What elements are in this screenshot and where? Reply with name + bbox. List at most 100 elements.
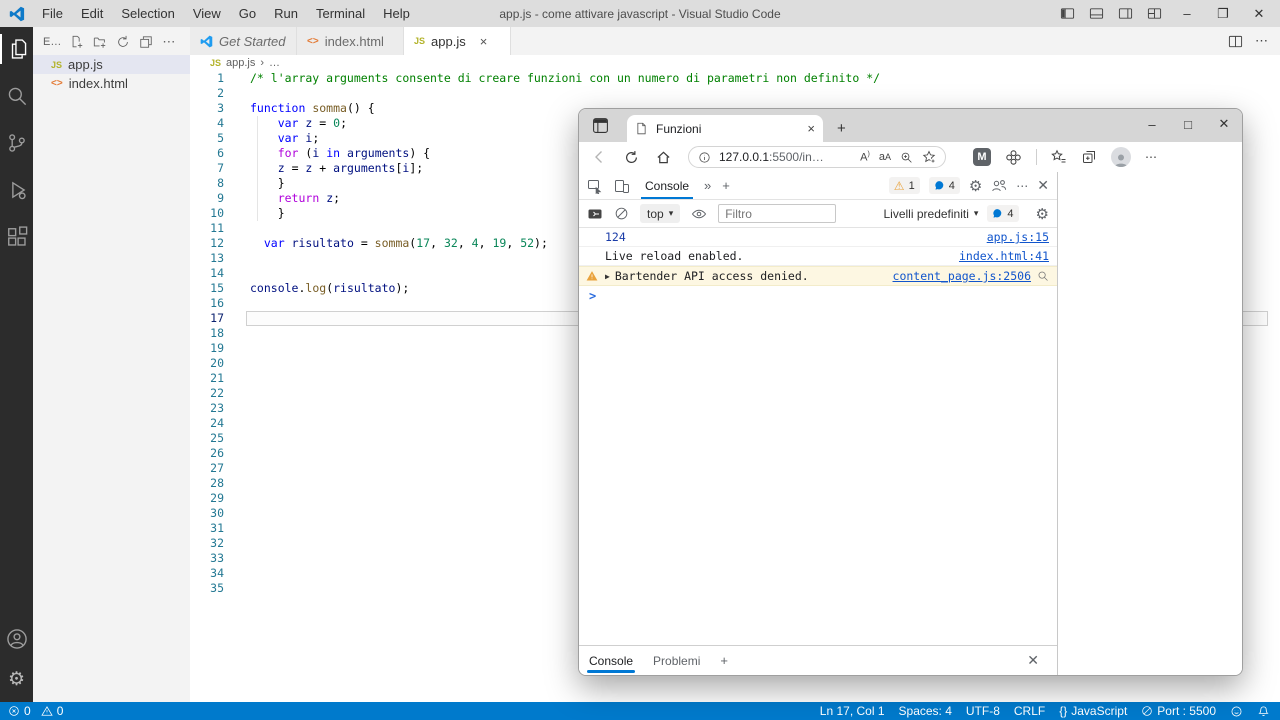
context-selector[interactable]: top ▾ xyxy=(640,204,680,223)
settings-more-icon[interactable]: ⋯ xyxy=(1145,150,1157,164)
source-control-icon[interactable] xyxy=(0,128,33,158)
menu-selection[interactable]: Selection xyxy=(112,6,183,21)
filter-input[interactable] xyxy=(718,204,836,223)
tab-actions-icon[interactable] xyxy=(592,117,609,134)
refresh-icon[interactable] xyxy=(624,150,639,165)
file-item-index.html[interactable]: <>index.html xyxy=(33,74,190,93)
source-link[interactable]: content_page.js:2506 xyxy=(883,269,1031,283)
new-folder-icon[interactable] xyxy=(93,35,107,49)
add-drawer-tab-icon[interactable]: + xyxy=(720,653,728,668)
warnings-indicator[interactable]: 0 xyxy=(41,704,64,718)
maximize-button[interactable]: □ xyxy=(1170,109,1206,139)
restore-button[interactable]: ❐ xyxy=(1212,6,1234,22)
zoom-icon[interactable] xyxy=(900,151,913,164)
device-emulation-icon[interactable] xyxy=(614,178,630,194)
new-tab-icon[interactable]: + xyxy=(837,120,846,137)
feedback-icon[interactable] xyxy=(1230,705,1243,718)
minimize-button[interactable]: – xyxy=(1176,6,1198,21)
clear-console-icon[interactable] xyxy=(614,206,629,221)
browser-tab[interactable]: Funzioni × xyxy=(627,115,823,142)
tab-index.html[interactable]: <>index.html xyxy=(297,27,404,55)
translate-icon[interactable]: aA xyxy=(879,151,891,163)
drawer-tab-console[interactable]: Console xyxy=(589,646,633,675)
more-actions-icon[interactable]: ⋯ xyxy=(1255,33,1268,49)
live-expression-eye-icon[interactable] xyxy=(691,206,707,222)
status-crlf[interactable]: CRLF xyxy=(1014,704,1045,718)
expand-arrow-icon[interactable]: ▶ xyxy=(605,272,610,281)
add-panel-icon[interactable]: + xyxy=(722,178,730,193)
status-ln-17-col-1[interactable]: Ln 17, Col 1 xyxy=(820,704,885,718)
split-editor-icon[interactable] xyxy=(1228,34,1243,49)
profile-avatar[interactable] xyxy=(1111,147,1131,167)
file-item-app.js[interactable]: JSapp.js xyxy=(33,55,190,74)
devtools-settings-gear-icon[interactable]: ⚙ xyxy=(969,177,982,195)
line-number-gutter[interactable]: 1234567891011121314151617181920212223242… xyxy=(190,71,238,596)
accounts-icon[interactable] xyxy=(0,624,33,654)
read-aloud-icon[interactable]: A) xyxy=(860,151,870,164)
toggle-sidebar-icon[interactable] xyxy=(1060,6,1075,21)
menu-help[interactable]: Help xyxy=(374,6,419,21)
add-favorite-icon[interactable] xyxy=(922,150,936,164)
close-button[interactable]: ✕ xyxy=(1248,6,1270,22)
close-tab-icon[interactable]: × xyxy=(807,121,815,136)
console-settings-gear-icon[interactable]: ⚙ xyxy=(1036,205,1049,223)
collapse-all-icon[interactable] xyxy=(139,35,153,49)
messages-badge[interactable]: 4 xyxy=(929,177,960,194)
menu-terminal[interactable]: Terminal xyxy=(307,6,374,21)
tab-app.js[interactable]: JSapp.js× xyxy=(404,27,511,55)
menu-run[interactable]: Run xyxy=(265,6,307,21)
home-icon[interactable] xyxy=(656,150,671,165)
source-link[interactable]: app.js:15 xyxy=(977,230,1049,244)
menu-go[interactable]: Go xyxy=(230,6,265,21)
menu-edit[interactable]: Edit xyxy=(72,6,112,21)
source-link[interactable]: index.html:41 xyxy=(949,249,1049,263)
close-drawer-icon[interactable]: ✕ xyxy=(1027,652,1047,669)
page-viewport[interactable] xyxy=(1058,172,1242,675)
warnings-badge[interactable]: ⚠ 1 xyxy=(889,177,920,194)
favorites-icon[interactable] xyxy=(1051,149,1067,165)
extension-m-icon[interactable]: M xyxy=(973,148,991,166)
console-prompt[interactable]: > xyxy=(579,286,1057,306)
settings-gear-icon[interactable]: ⚙ xyxy=(0,664,33,694)
more-actions-icon[interactable]: ⋯ xyxy=(162,34,175,50)
minimize-button[interactable]: – xyxy=(1134,109,1170,139)
close-tab-icon[interactable]: × xyxy=(480,34,488,49)
explorer-icon[interactable] xyxy=(0,34,33,64)
more-tabs-icon[interactable]: » xyxy=(704,178,711,193)
address-bar[interactable]: 127.0.0.1:5500/in… A) aA xyxy=(688,146,946,168)
menu-view[interactable]: View xyxy=(184,6,230,21)
vscode-logo-icon xyxy=(9,6,25,22)
refresh-icon[interactable] xyxy=(116,35,130,49)
console-sidebar-icon[interactable] xyxy=(587,206,603,222)
tab-get-started[interactable]: Get Started xyxy=(190,27,297,55)
status-spaces-4[interactable]: Spaces: 4 xyxy=(899,704,952,718)
status-port-5500[interactable]: Port : 5500 xyxy=(1141,704,1216,718)
site-info-icon[interactable] xyxy=(698,151,711,164)
status-utf-8[interactable]: UTF-8 xyxy=(966,704,1000,718)
menu-file[interactable]: File xyxy=(33,6,72,21)
extensions-icon[interactable] xyxy=(0,222,33,252)
devtools-more-icon[interactable]: ⋯ xyxy=(1016,179,1028,193)
collections-icon[interactable] xyxy=(1081,149,1097,165)
log-levels-dropdown[interactable]: Livelli predefiniti ▾ xyxy=(884,207,979,221)
new-file-icon[interactable] xyxy=(70,35,84,49)
close-button[interactable]: ✕ xyxy=(1206,109,1242,139)
devtools-tab-console[interactable]: Console xyxy=(641,172,693,199)
breadcrumb[interactable]: JS app.js › … xyxy=(190,55,1280,71)
notifications-bell-icon[interactable] xyxy=(1257,705,1270,718)
devtools-close-icon[interactable]: ✕ xyxy=(1037,177,1049,194)
inspect-element-icon[interactable] xyxy=(587,178,603,194)
messages-badge[interactable]: 4 xyxy=(987,205,1018,222)
back-icon[interactable] xyxy=(591,149,607,165)
customize-layout-icon[interactable] xyxy=(1147,6,1162,21)
run-debug-icon[interactable] xyxy=(0,175,33,205)
console-empty-area[interactable] xyxy=(579,306,1057,645)
errors-indicator[interactable]: 0 xyxy=(8,704,31,718)
status-javascript[interactable]: {}JavaScript xyxy=(1059,704,1127,718)
drawer-tab-problemi[interactable]: Problemi xyxy=(653,646,700,675)
feedback-people-icon[interactable] xyxy=(991,178,1007,194)
extension-icon[interactable] xyxy=(1005,149,1022,166)
toggle-panel-icon[interactable] xyxy=(1089,6,1104,21)
toggle-secondary-sidebar-icon[interactable] xyxy=(1118,6,1133,21)
search-icon[interactable] xyxy=(0,81,33,111)
